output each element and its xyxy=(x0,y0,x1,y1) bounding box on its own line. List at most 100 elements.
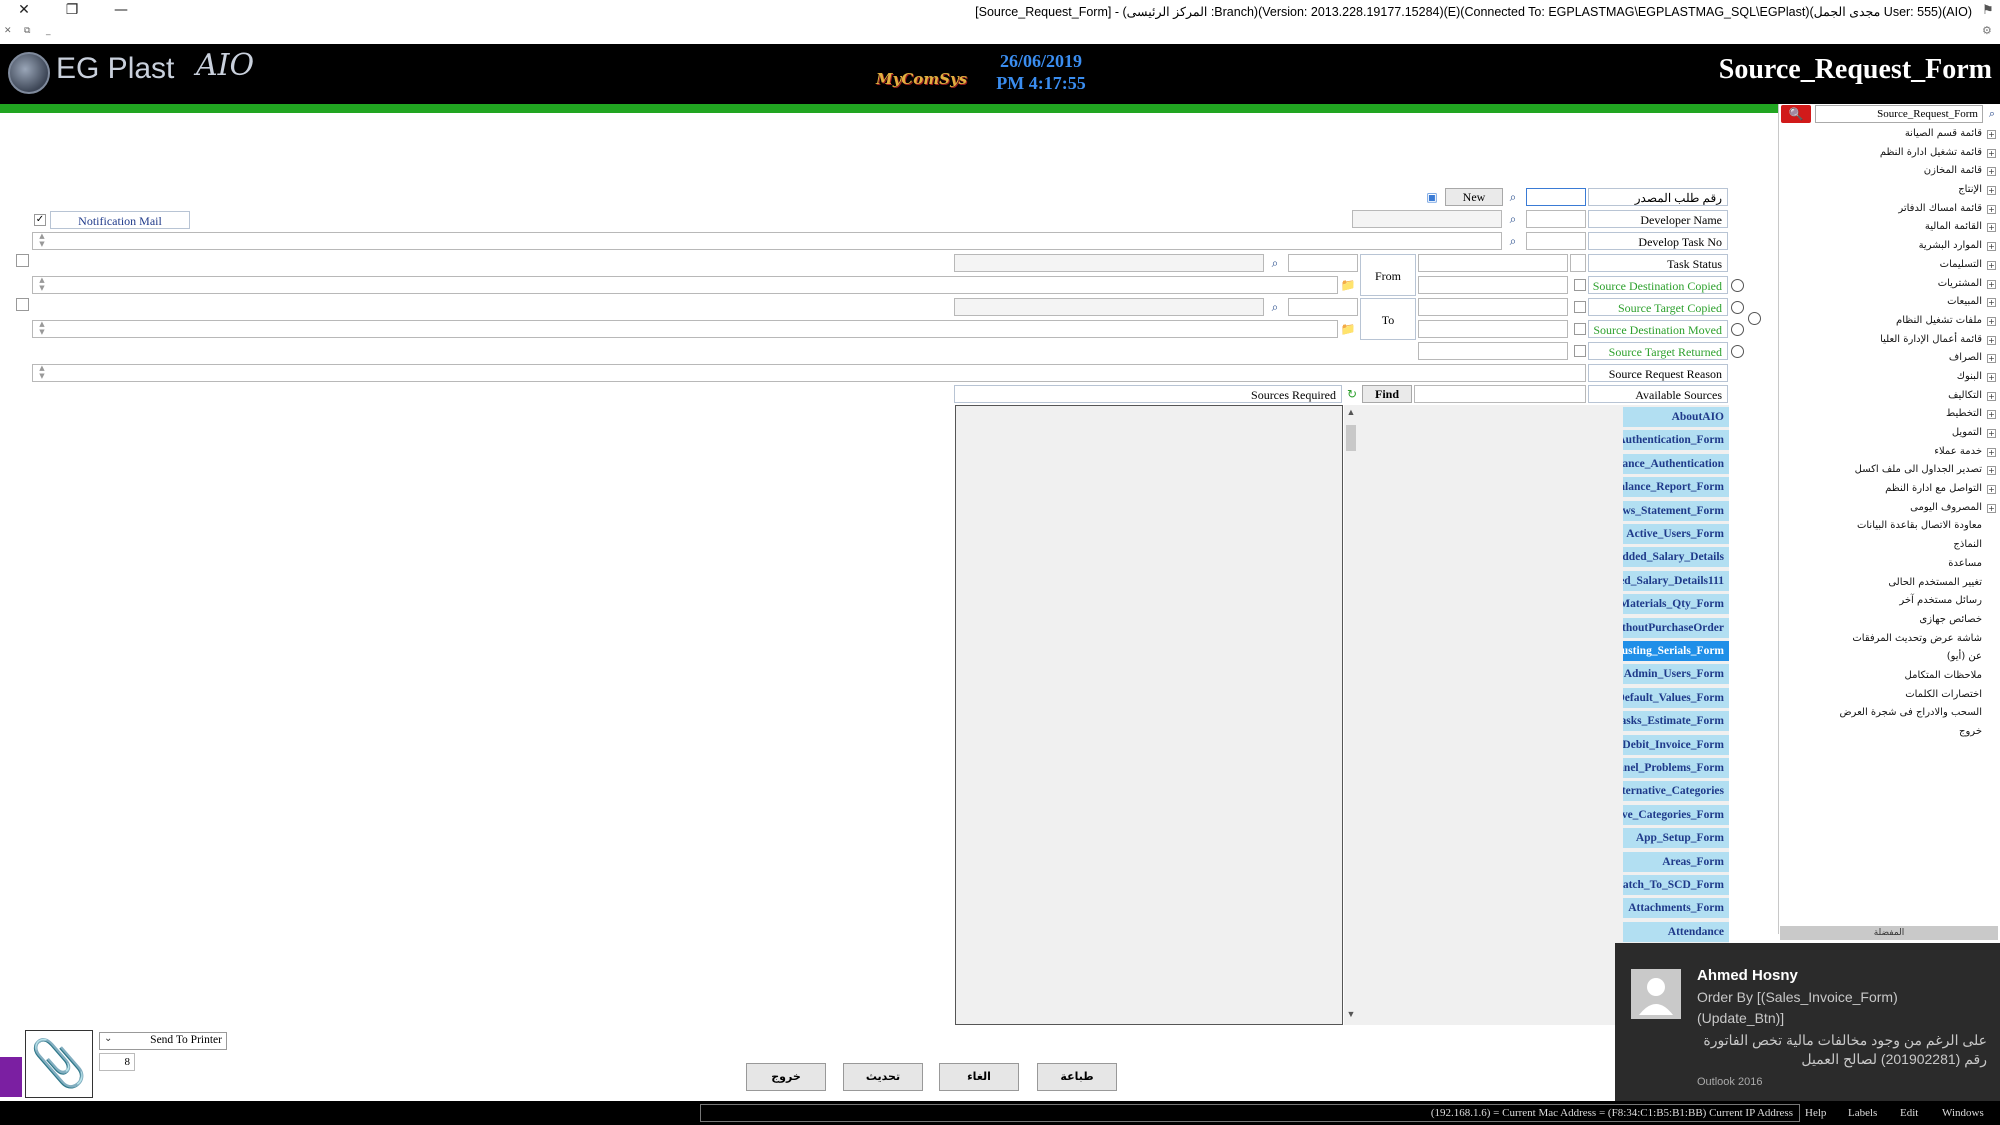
target-returned-date[interactable] xyxy=(1418,342,1568,360)
target-copied-checkbox[interactable] xyxy=(1574,301,1586,313)
expand-icon[interactable]: + xyxy=(1987,204,1996,214)
expand-icon[interactable]: + xyxy=(1987,485,1996,495)
tree-item[interactable]: تصدير الجداول الى ملف اكسل + xyxy=(1780,461,1998,480)
to-folder-icon[interactable]: 📁 xyxy=(1340,320,1356,338)
tree-item[interactable]: ملفات تشغيل النظام + xyxy=(1780,312,1998,331)
menu-labels[interactable]: Labels xyxy=(1848,1104,1877,1122)
available-source-item[interactable]: Balance_Report_Form xyxy=(1623,477,1729,498)
tree-search-button[interactable]: 🔍 xyxy=(1781,105,1811,123)
destination-moved-checkbox[interactable] xyxy=(1574,323,1586,335)
available-source-item[interactable]: Added_Salary_Details111 xyxy=(1623,570,1729,591)
row-select-checkbox-2[interactable] xyxy=(16,298,29,311)
scroll-down-icon[interactable]: ▼ xyxy=(1344,1009,1358,1023)
available-source-item[interactable]: Active_Users_Form xyxy=(1623,524,1729,544)
to-path-spin[interactable]: ▲ ▼ xyxy=(36,320,48,338)
from-path-spin[interactable]: ▲ ▼ xyxy=(36,276,48,294)
expand-icon[interactable]: + xyxy=(1987,447,1996,457)
expand-icon[interactable]: + xyxy=(1987,298,1996,308)
request-reason-spin[interactable]: ▲ ▼ xyxy=(36,364,48,382)
expand-icon[interactable]: + xyxy=(1987,354,1996,364)
available-source-item[interactable]: WithoutPurchaseOrder xyxy=(1623,617,1729,638)
expand-icon[interactable]: + xyxy=(1987,503,1996,513)
expand-icon[interactable]: + xyxy=(1987,372,1996,382)
tree-item[interactable]: المبيعات + xyxy=(1780,293,1998,312)
available-source-item[interactable]: Batch_To_SCD_Form xyxy=(1623,875,1729,895)
from-name-input[interactable] xyxy=(954,254,1264,272)
tree-item[interactable]: خدمة عملاء + xyxy=(1780,443,1998,462)
available-source-item[interactable]: Attachments_Form xyxy=(1623,898,1729,919)
tree-item[interactable]: النماذج xyxy=(1780,536,1998,555)
tree-item[interactable]: التخطيط + xyxy=(1780,405,1998,424)
tree-item[interactable]: الصراف + xyxy=(1780,349,1998,368)
expand-icon[interactable]: + xyxy=(1987,391,1996,401)
tree-find-icon[interactable]: ⌕ xyxy=(1984,105,2000,123)
available-source-item[interactable]: AboutAIO xyxy=(1623,407,1729,427)
tree-item[interactable]: القائمة المالية + xyxy=(1780,218,1998,237)
available-source-item[interactable]: Admin_Users_Form xyxy=(1623,664,1729,685)
refresh-button[interactable]: تحديث xyxy=(843,1063,923,1091)
expand-icon[interactable]: + xyxy=(1987,279,1996,289)
tree-item[interactable]: المشتريات + xyxy=(1780,275,1998,294)
print-button[interactable]: طباعة xyxy=(1037,1063,1117,1091)
expand-icon[interactable]: + xyxy=(1987,223,1996,233)
tree-item[interactable]: الموارد البشرية + xyxy=(1780,237,1998,256)
to-path-input[interactable] xyxy=(32,320,1338,338)
menu-edit[interactable]: Edit xyxy=(1900,1104,1918,1122)
available-source-item[interactable]: Materials_Qty_Form xyxy=(1623,594,1729,615)
expand-icon[interactable]: + xyxy=(1987,466,1996,476)
mdi-close-icon[interactable]: ✕ xyxy=(4,26,12,40)
tree-item[interactable]: السحب والادراج فى شجرة العرض xyxy=(1780,704,1998,723)
scroll-thumb[interactable] xyxy=(1346,425,1356,451)
from-code-input[interactable] xyxy=(1288,254,1358,272)
tree-item[interactable]: شاشة عرض وتحديث المرفقات xyxy=(1780,630,1998,649)
tree-item[interactable]: التكاليف + xyxy=(1780,387,1998,406)
tree-item[interactable]: الإنتاج + xyxy=(1780,181,1998,200)
to-code-input[interactable] xyxy=(1288,298,1358,316)
available-source-item[interactable]: Flows_Statement_Form xyxy=(1623,500,1729,521)
target-copied-date[interactable] xyxy=(1418,298,1568,316)
tree-item[interactable]: عن (أيو) xyxy=(1780,648,1998,667)
expand-icon[interactable]: + xyxy=(1987,148,1996,158)
from-folder-icon[interactable]: 📁 xyxy=(1340,276,1356,294)
developer-name-input[interactable] xyxy=(1352,210,1502,228)
available-source-item[interactable]: Authentication_Form xyxy=(1623,430,1729,451)
expand-icon[interactable]: + xyxy=(1987,130,1996,139)
attachment-paperclip-icon[interactable]: 📎 xyxy=(25,1030,93,1098)
tree-item[interactable]: ملاحظات المتكامل xyxy=(1780,667,1998,686)
tree-item[interactable]: قائمة المخازن + xyxy=(1780,162,1998,181)
mdi-restore-icon[interactable]: ⧉ xyxy=(24,26,30,40)
to-search-icon[interactable]: ⌕ xyxy=(1267,298,1283,316)
tree-search-input[interactable]: Source_Request_Form xyxy=(1815,105,1983,123)
available-sources-list[interactable]: AboutAIO Authentication_Form Balance_Authe… xyxy=(1344,405,1729,1025)
cancel-button[interactable]: الغاء xyxy=(939,1063,1019,1091)
develop-task-no-input[interactable] xyxy=(1526,232,1586,250)
find-input[interactable] xyxy=(1414,385,1586,403)
expand-icon[interactable]: + xyxy=(1987,410,1996,420)
combo-dropdown-icon[interactable]: ⌄ xyxy=(104,1033,112,1044)
tree-item[interactable]: البنوك + xyxy=(1780,368,1998,387)
exit-button[interactable]: خروج xyxy=(746,1063,826,1091)
available-source-item[interactable]: Debit_Invoice_Form xyxy=(1623,734,1729,755)
close-window-icon[interactable]: ✕ xyxy=(10,0,38,22)
available-source-item[interactable]: Adjusting_Serials_Form xyxy=(1623,641,1729,661)
expand-icon[interactable]: + xyxy=(1987,260,1996,270)
settings-icon[interactable]: ⚙ xyxy=(1982,24,1992,37)
tree-item[interactable]: تغيير المستخدم الحالى xyxy=(1780,574,1998,593)
task-status-input[interactable] xyxy=(1570,254,1586,272)
target-copied-radio[interactable] xyxy=(1731,301,1744,314)
to-name-input[interactable] xyxy=(954,298,1264,316)
mdi-minimize-icon[interactable]: _ xyxy=(46,26,51,40)
developer-id-input[interactable] xyxy=(1526,210,1586,228)
refresh-sources-icon[interactable]: ↻ xyxy=(1344,385,1360,403)
expand-icon[interactable]: + xyxy=(1987,242,1996,252)
tree-item[interactable]: خصائص جهازى xyxy=(1780,611,1998,630)
develop-task-search-icon[interactable]: ⌕ xyxy=(1505,232,1521,250)
expand-icon[interactable]: + xyxy=(1987,186,1996,196)
expand-icon[interactable]: + xyxy=(1987,335,1996,345)
develop-task-description[interactable] xyxy=(32,232,1502,250)
destination-moved-date[interactable] xyxy=(1418,320,1568,338)
destination-copied-radio[interactable] xyxy=(1731,279,1744,292)
available-scrollbar[interactable]: ▲ ▼ xyxy=(1344,407,1358,1023)
tree-item[interactable]: قائمة أعمال الإدارة العليا + xyxy=(1780,331,1998,350)
expand-icon[interactable]: + xyxy=(1987,429,1996,438)
